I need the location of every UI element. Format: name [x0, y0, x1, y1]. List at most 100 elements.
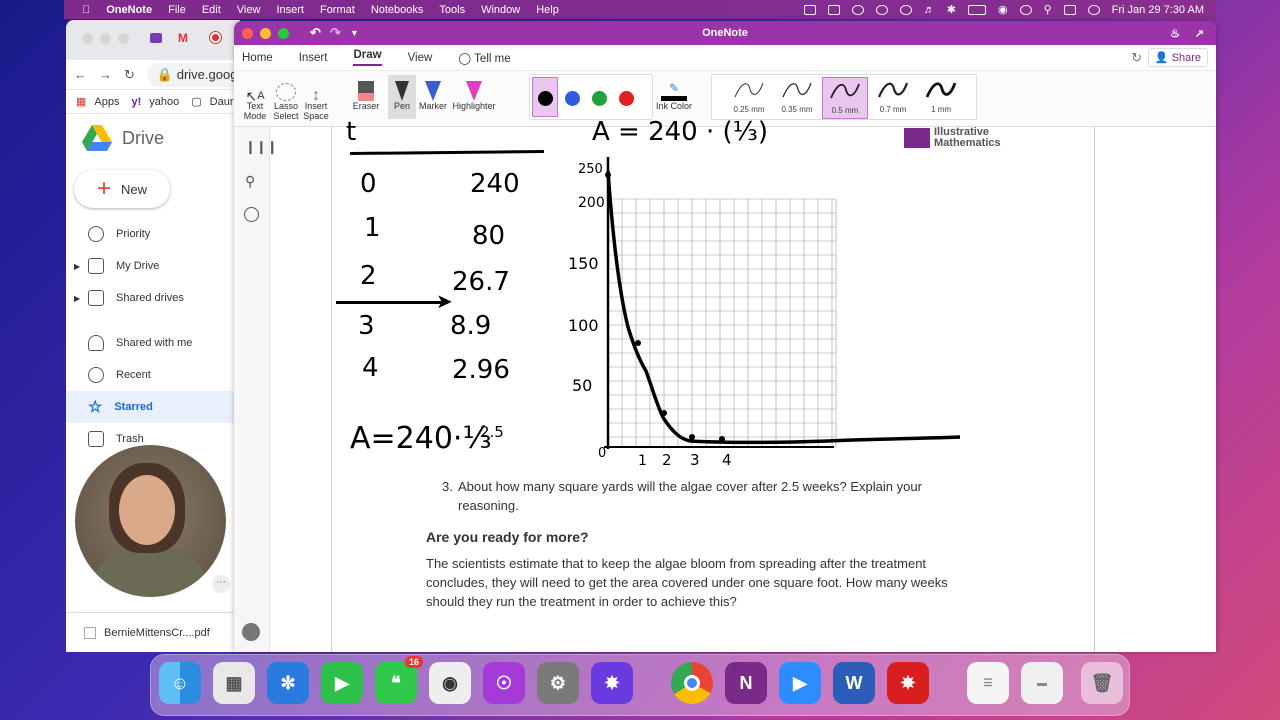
drive-title[interactable]: Drive — [122, 128, 164, 149]
forward-icon[interactable]: → — [99, 67, 112, 82]
google-drive-logo-icon[interactable] — [82, 125, 112, 151]
yahoo-icon[interactable]: y! — [131, 96, 141, 108]
customize-toolbar-icon[interactable]: ▼ — [350, 28, 359, 38]
nav-priority[interactable]: Priority — [66, 218, 240, 250]
bookmark-folder-icon[interactable]: ▢ — [191, 95, 201, 108]
onenote-icon[interactable]: N — [725, 662, 767, 704]
messages-icon[interactable]: ❝ 16 — [375, 656, 423, 704]
pen-green-swatch[interactable] — [592, 91, 607, 106]
finder-icon[interactable]: ☺ — [159, 662, 201, 704]
document-preview-icon[interactable]: ☰ — [967, 662, 1009, 704]
menu-file[interactable]: File — [168, 4, 186, 16]
zoom-icon[interactable]: ▶ — [779, 662, 821, 704]
battery-icon[interactable] — [968, 4, 986, 15]
redo-icon[interactable]: ↷ — [330, 25, 341, 41]
gmail-tab-icon[interactable]: M — [178, 31, 188, 45]
reload-icon[interactable]: ↻ — [124, 67, 135, 83]
tab-view[interactable]: View — [408, 52, 433, 64]
screenshot-icon[interactable]: ◉ — [429, 662, 471, 704]
nav-recent[interactable]: Recent — [66, 359, 240, 391]
nav-starred[interactable]: ☆ Starred — [66, 391, 240, 423]
screen-share-icon[interactable] — [803, 4, 816, 15]
notebook-page[interactable]: A = 240 · (⅓) t 0 240 1 80 2 26.7 ➤ 3 8.… — [331, 117, 1095, 652]
chrome-icon[interactable] — [671, 662, 713, 704]
chrome-doc-icon[interactable]: ▬ — [1021, 662, 1063, 704]
tab-draw[interactable]: Draw — [353, 49, 382, 66]
download-filename[interactable]: BernieMittensCr....pdf — [104, 627, 210, 639]
close-window-icon[interactable] — [242, 28, 253, 39]
display-icon[interactable] — [827, 4, 840, 15]
zoom-window-icon[interactable] — [118, 33, 129, 44]
launchpad-icon[interactable]: ▦ — [213, 662, 255, 704]
pen-button[interactable]: Pen — [388, 75, 416, 119]
ink-color-button[interactable]: ✎ Ink Color — [654, 75, 694, 111]
record-tab-icon[interactable] — [210, 32, 221, 43]
apps-grid-icon[interactable]: ▦ — [76, 95, 86, 108]
menu-edit[interactable]: Edit — [202, 4, 221, 16]
marker-button[interactable]: Marker — [418, 75, 448, 111]
thickness-035[interactable]: 0.35 mm — [774, 77, 820, 119]
pen-black-swatch[interactable] — [538, 91, 553, 106]
address-bar[interactable]: 🔒 drive.goog — [146, 62, 240, 87]
eraser-button[interactable]: Eraser — [346, 75, 386, 111]
back-icon[interactable]: ← — [74, 67, 87, 82]
menu-insert[interactable]: Insert — [276, 4, 304, 16]
tab-tell-me[interactable]: ◯ Tell me — [458, 51, 510, 65]
tab-home[interactable]: Home — [242, 52, 273, 64]
status-dot-icon[interactable] — [851, 4, 864, 15]
podcasts-icon[interactable]: ☉ — [483, 662, 525, 704]
menu-notebooks[interactable]: Notebooks — [371, 4, 424, 16]
tab-insert[interactable]: Insert — [299, 52, 328, 64]
search-icon[interactable]: ⚲ — [245, 173, 255, 190]
spotlight-icon[interactable]: ⚲ — [1044, 3, 1052, 16]
notebooks-icon[interactable]: ❙❙❙ — [245, 139, 278, 155]
facetime-icon[interactable]: ▶ — [321, 662, 363, 704]
thickness-07[interactable]: 0.7 mm — [870, 77, 916, 119]
expand-arrow-icon[interactable]: ▶ — [74, 294, 80, 303]
siri-icon[interactable] — [1087, 4, 1100, 15]
new-button[interactable]: + New — [74, 170, 170, 208]
acrobat-icon[interactable]: ✵ — [887, 662, 929, 704]
grammarly-icon[interactable] — [875, 4, 888, 15]
zoom-window-icon[interactable] — [278, 28, 289, 39]
menu-tools[interactable]: Tools — [439, 4, 465, 16]
user-icon[interactable] — [1019, 4, 1032, 15]
pen-red-swatch[interactable] — [619, 91, 634, 106]
close-window-icon[interactable] — [82, 33, 93, 44]
thickness-025[interactable]: 0.25 mm — [726, 77, 772, 119]
bell-icon[interactable]: ♨ — [1170, 27, 1180, 40]
insert-space-button[interactable]: ↕ Insert Space — [302, 75, 330, 122]
word-icon[interactable]: W — [833, 662, 875, 704]
apple-menu-icon[interactable]:  — [82, 4, 90, 16]
webcam-more-icon[interactable]: ⋯ — [212, 575, 230, 593]
collapse-icon[interactable]: ↗ — [1195, 27, 1204, 40]
nav-shared-with-me[interactable]: Shared with me — [66, 327, 240, 359]
bookmark-daur[interactable]: Daur — [210, 96, 234, 108]
wifi-icon[interactable]: ◉ — [998, 3, 1008, 16]
menubar-clock[interactable]: Fri Jan 29 7:30 AM — [1112, 4, 1204, 16]
bluetooth-icon[interactable]: ✱ — [947, 3, 956, 16]
menu-window[interactable]: Window — [481, 4, 520, 16]
minimize-window-icon[interactable] — [260, 28, 271, 39]
menu-help[interactable]: Help — [536, 4, 559, 16]
control-center-icon[interactable] — [1063, 4, 1076, 15]
nav-my-drive[interactable]: ▶ My Drive — [66, 250, 240, 282]
sync-icon[interactable]: ↻ — [1131, 50, 1142, 66]
share-button[interactable]: 👤 Share — [1147, 48, 1208, 67]
undo-icon[interactable]: ↶ — [310, 25, 321, 41]
menu-format[interactable]: Format — [320, 4, 355, 16]
expand-arrow-icon[interactable]: ▶ — [74, 262, 80, 271]
play-icon[interactable] — [899, 4, 912, 15]
nav-shared-drives[interactable]: ▶ Shared drives — [66, 282, 240, 314]
text-mode-button[interactable]: ↖ A Text Mode — [240, 75, 270, 121]
menu-view[interactable]: View — [237, 4, 261, 16]
bookmark-yahoo[interactable]: yahoo — [149, 96, 179, 108]
history-icon[interactable] — [244, 207, 259, 222]
account-icon[interactable] — [242, 623, 260, 641]
menu-app-name[interactable]: OneNote — [106, 4, 152, 16]
pen-blue-swatch[interactable] — [565, 91, 580, 106]
system-preferences-icon[interactable]: ⚙ — [537, 662, 579, 704]
tab-favicon-icon[interactable] — [150, 33, 162, 43]
thickness-1[interactable]: 1 mm — [918, 77, 964, 119]
webcam-overlay[interactable] — [75, 445, 226, 597]
